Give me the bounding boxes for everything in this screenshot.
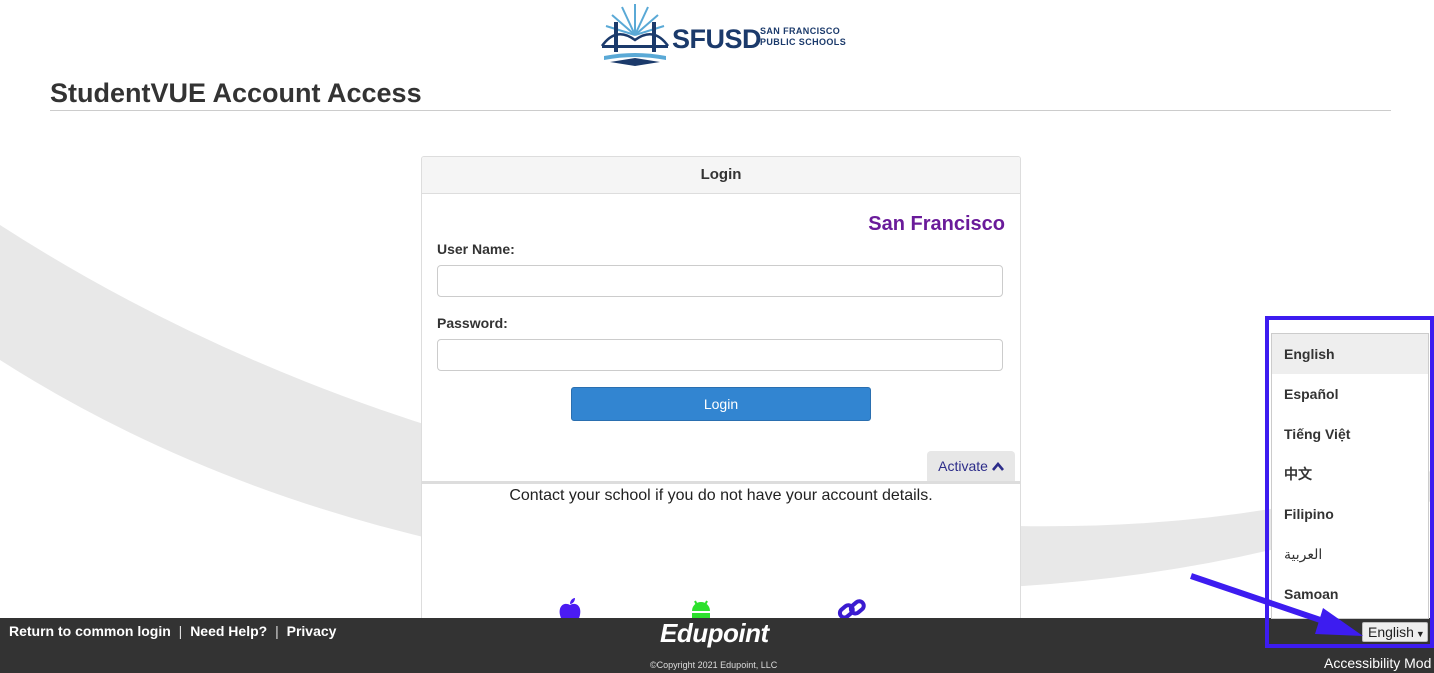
edupoint-logo: Edupoint [660,618,769,648]
footer-separator: | [275,623,279,639]
password-input[interactable] [437,339,1003,371]
footer-separator: | [178,623,183,639]
language-select[interactable]: English ▼ [1362,622,1428,642]
footer-links: Return to common login | Need Help? | Pr… [9,623,340,639]
logo-wordmark: SFUSD [672,24,762,54]
page-title: StudentVUE Account Access [50,78,422,108]
username-label: User Name: [437,241,515,257]
chevron-up-icon [991,458,1004,474]
language-option[interactable]: العربية [1272,534,1428,574]
language-option[interactable]: Tiếng Việt [1272,414,1428,454]
username-input[interactable] [437,265,1003,297]
need-help-link[interactable]: Need Help? [190,623,267,639]
panel-divider [422,481,1020,484]
language-select-value: English [1368,624,1414,640]
language-option[interactable]: Español [1272,374,1428,414]
caret-down-icon: ▼ [1415,629,1425,639]
sfusd-logo: SFUSD SAN FRANCISCO PUBLIC SCHOOLS [600,0,850,70]
copyright-text: ©Copyright 2021 Edupoint, LLC [650,660,778,670]
contact-message: Contact your school if you do not have y… [509,487,933,504]
golden-gate-icon [600,4,670,66]
login-panel-header: Login [422,157,1020,194]
accessibility-mode-link[interactable]: Accessibility Mod [1324,655,1431,671]
activate-tab[interactable]: Activate [927,451,1015,481]
language-option[interactable]: 中文 [1272,454,1428,494]
logo-subtitle: SAN FRANCISCO PUBLIC SCHOOLS [760,26,847,47]
title-divider [50,110,1391,111]
district-name: San Francisco [868,213,1005,235]
activate-label: Activate [938,458,988,474]
language-option[interactable]: English [1272,334,1428,374]
login-panel: Login San Francisco User Name: Password:… [421,156,1021,628]
language-option[interactable]: Filipino [1272,494,1428,534]
privacy-link[interactable]: Privacy [287,623,337,639]
annotation-arrow-icon [1190,573,1363,636]
login-button[interactable]: Login [571,387,871,421]
password-label: Password: [437,315,508,331]
return-to-common-login-link[interactable]: Return to common login [9,623,171,639]
